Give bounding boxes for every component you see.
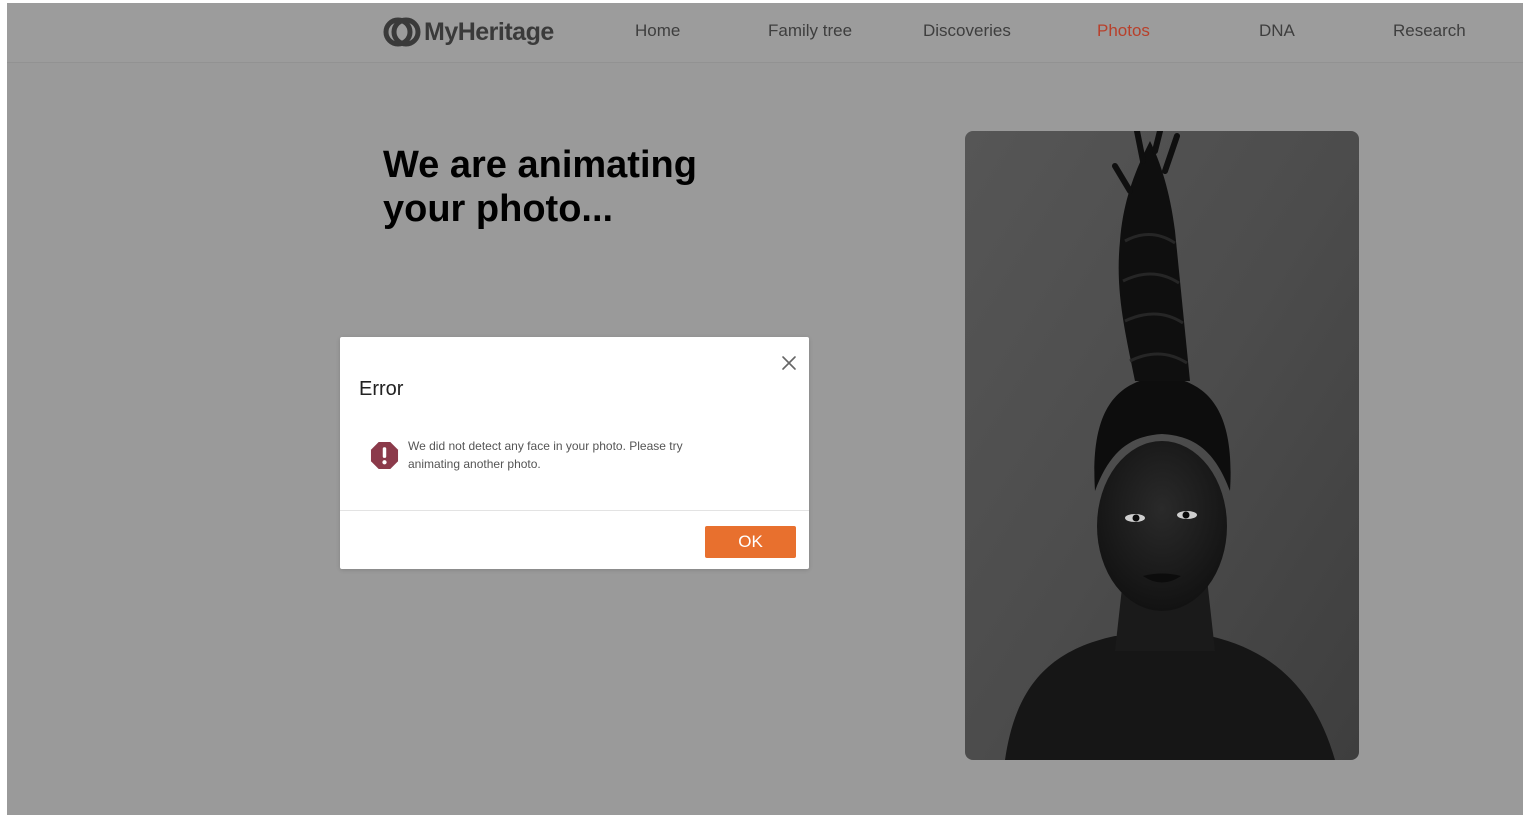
dialog-message: We did not detect any face in your photo…: [408, 439, 683, 471]
dialog-divider: [340, 510, 809, 511]
ok-button[interactable]: OK: [705, 526, 796, 558]
page-headline: We are animating your photo...: [383, 144, 697, 230]
nav-item-dna[interactable]: DNA: [1259, 21, 1295, 41]
nav-item-family-tree[interactable]: Family tree: [768, 21, 852, 41]
top-navigation: MyHeritage Home Family tree Discoveries …: [7, 3, 1523, 63]
dialog-body: We did not detect any face in your photo…: [370, 437, 780, 473]
uploaded-photo: [965, 131, 1359, 760]
nav-item-photos[interactable]: Photos: [1097, 21, 1150, 41]
nav-item-discoveries[interactable]: Discoveries: [923, 21, 1011, 41]
nav-item-research[interactable]: Research: [1393, 21, 1466, 41]
nav-item-home[interactable]: Home: [635, 21, 680, 41]
close-icon[interactable]: [781, 355, 797, 371]
portrait-image: [965, 131, 1359, 760]
page: MyHeritage Home Family tree Discoveries …: [7, 3, 1523, 815]
logo-text: MyHeritage: [424, 17, 554, 46]
myheritage-logo[interactable]: MyHeritage: [383, 16, 554, 48]
exclamation-octagon-icon: [370, 441, 399, 470]
dialog-title: Error: [359, 378, 404, 400]
error-dialog: Error We did not detect any face in your…: [340, 337, 809, 569]
myheritage-logo-icon: [383, 17, 421, 47]
